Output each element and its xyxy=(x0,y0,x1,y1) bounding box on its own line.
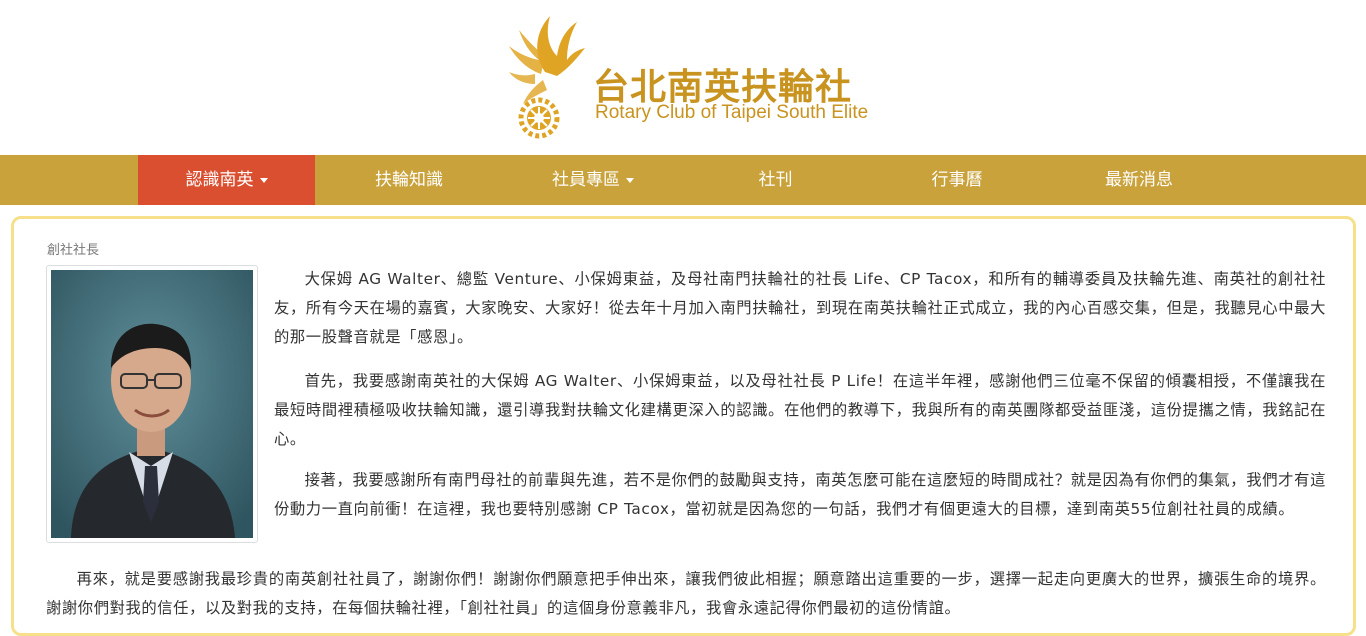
site-title-english: Rotary Club of Taipei South Elite xyxy=(595,102,869,123)
caret-down-icon xyxy=(626,177,634,183)
main-navigation: 認識南英 扶輪知識 社員專區 社刊 行事曆 最新消息 xyxy=(0,155,1366,205)
nav-calendar-label: 行事曆 xyxy=(931,170,983,190)
nav-publication[interactable]: 社刊 xyxy=(683,155,868,205)
nav-publication-label: 社刊 xyxy=(758,170,793,190)
nav-rotary-knowledge-label: 扶輪知識 xyxy=(375,170,443,190)
paragraph-2: 首先，我要感謝南英社的大保姆 AG Walter、小保姆東益，以及母社社長 P … xyxy=(274,372,1326,448)
president-photo xyxy=(46,265,258,543)
nav-rotary-knowledge[interactable]: 扶輪知識 xyxy=(315,155,503,205)
content-panel: 創社社長 大保姆 AG Walter、總監 Venture、小保姆東益，及母社南… xyxy=(11,216,1356,636)
site-logo[interactable]: 台北南英扶輪社 Rotary Club of Taipei South Elit… xyxy=(505,14,869,142)
paragraph-4: 再來，就是要感謝我最珍貴的南英創社社員了，謝謝你們！謝謝你們願意把手伸出來，讓我… xyxy=(46,570,1326,617)
caret-down-icon xyxy=(259,177,268,183)
nav-calendar[interactable]: 行事曆 xyxy=(868,155,1046,205)
nav-members-area-label: 社員專區 xyxy=(552,170,620,190)
paragraph-1: 大保姆 AG Walter、總監 Venture、小保姆東益，及母社南門扶輪社的… xyxy=(274,270,1326,346)
paragraph-3: 接著，我要感謝所有南門母社的前輩與先進，若不是你們的鼓勵與支持，南英怎麼可能在這… xyxy=(274,471,1326,518)
section-title: 創社社長 xyxy=(47,243,100,258)
phoenix-rotary-wheel-icon xyxy=(509,16,585,139)
nav-latest-news[interactable]: 最新消息 xyxy=(1046,155,1232,205)
nav-about-elite-label: 認識南英 xyxy=(185,170,254,190)
site-header: 台北南英扶輪社 Rotary Club of Taipei South Elit… xyxy=(0,0,1366,155)
nav-latest-news-label: 最新消息 xyxy=(1105,170,1173,190)
nav-members-area[interactable]: 社員專區 xyxy=(503,155,683,205)
nav-about-elite[interactable]: 認識南英 xyxy=(138,155,315,205)
